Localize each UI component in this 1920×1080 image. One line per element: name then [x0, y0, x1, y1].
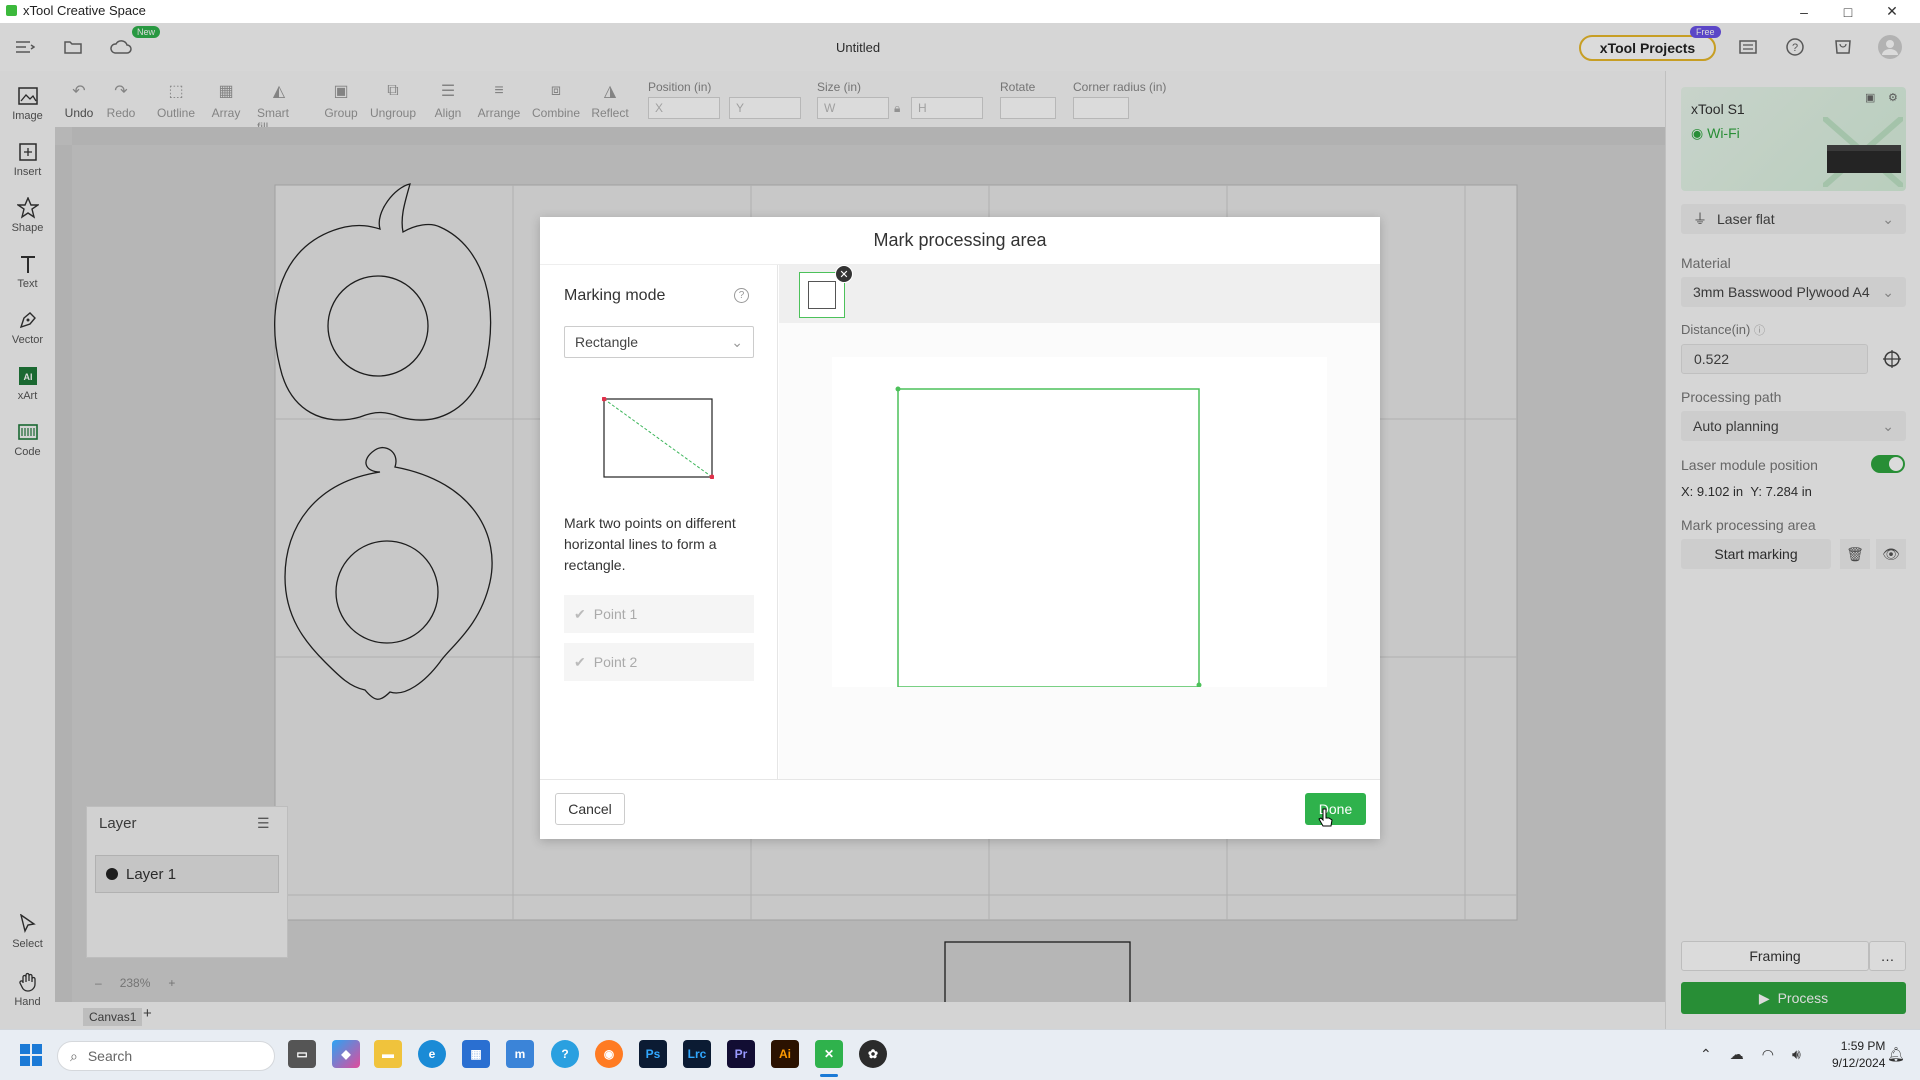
active-app-indicator	[820, 1074, 838, 1077]
dialog-title: Mark processing area	[540, 217, 1380, 265]
chatgpt-icon[interactable]: ✿	[859, 1040, 887, 1068]
mouse-cursor-icon	[1318, 808, 1334, 828]
check-circle-icon: ✔	[574, 653, 586, 670]
marked-area-preview	[895, 386, 1202, 687]
dialog-left-pane: Marking mode ? Rectangle ⌄ Mark two poin…	[540, 265, 778, 779]
firefox-icon[interactable]: ◉	[595, 1040, 623, 1068]
tray-overflow-icon[interactable]: ⌃	[1700, 1046, 1712, 1063]
taskbar-search[interactable]: ⌕ Search	[57, 1041, 275, 1071]
minimize-button[interactable]: –	[1782, 0, 1826, 23]
rectangle-mode-diagram	[602, 397, 714, 479]
mcafee-icon[interactable]: m	[506, 1040, 534, 1068]
dialog-preview-pane: ✕	[779, 265, 1380, 779]
task-view-icon[interactable]: ▭	[288, 1040, 316, 1068]
illustrator-icon[interactable]: Ai	[771, 1040, 799, 1068]
close-window-button[interactable]: ✕	[1870, 0, 1914, 23]
app-title: xTool Creative Space	[23, 3, 146, 18]
onedrive-icon[interactable]: ☁	[1730, 1046, 1744, 1063]
help-app-icon[interactable]: ?	[551, 1040, 579, 1068]
check-circle-icon: ✔	[574, 605, 586, 622]
point-1-item: ✔ Point 1	[564, 595, 754, 633]
clock-time: 1:59 PM	[1840, 1039, 1886, 1053]
lightroom-classic-icon[interactable]: Lrc	[683, 1040, 711, 1068]
notification-bell-icon[interactable]: 🔔︎	[1887, 1046, 1905, 1063]
dialog-footer	[540, 779, 1380, 839]
remove-shape-icon[interactable]: ✕	[835, 265, 853, 283]
store-icon[interactable]: ▦	[462, 1040, 490, 1068]
copilot-icon[interactable]: ◆	[332, 1040, 360, 1068]
windows-start-icon[interactable]	[20, 1044, 42, 1066]
file-explorer-icon[interactable]: ▬	[374, 1040, 402, 1068]
system-tray: ⌃ ☁ ◠ 🔊︎	[1700, 1046, 1801, 1063]
photoshop-icon[interactable]: Ps	[639, 1040, 667, 1068]
marked-shapes-strip	[779, 265, 1380, 323]
clock-date: 9/12/2024	[1832, 1056, 1886, 1070]
point-2-item: ✔ Point 2	[564, 643, 754, 681]
search-icon: ⌕	[70, 1047, 78, 1064]
clock[interactable]: 1:59 PM 9/12/2024	[1832, 1038, 1885, 1072]
preview-canvas[interactable]	[832, 357, 1327, 687]
marking-mode-select[interactable]: Rectangle ⌄	[564, 326, 754, 358]
mark-processing-area-dialog: Mark processing area Marking mode ? Rect…	[540, 217, 1380, 839]
cancel-button[interactable]: Cancel	[555, 793, 625, 825]
title-bar: xTool Creative Space – □ ✕	[0, 0, 1920, 23]
help-icon[interactable]: ?	[734, 288, 749, 303]
xtool-taskbar-icon[interactable]: ✕	[815, 1040, 843, 1068]
edge-icon[interactable]: e	[418, 1040, 446, 1068]
marking-mode-label: Marking mode	[564, 287, 666, 304]
wifi-icon[interactable]: ◠	[1762, 1046, 1774, 1063]
maximize-button[interactable]: □	[1826, 0, 1870, 23]
chevron-down-icon: ⌄	[731, 333, 743, 350]
premiere-icon[interactable]: Pr	[727, 1040, 755, 1068]
volume-icon[interactable]: 🔊︎	[1792, 1046, 1801, 1063]
marking-instructions: Mark two points on different horizontal …	[564, 515, 736, 573]
done-button[interactable]: Done	[1305, 793, 1366, 825]
app-logo-icon	[6, 5, 17, 16]
